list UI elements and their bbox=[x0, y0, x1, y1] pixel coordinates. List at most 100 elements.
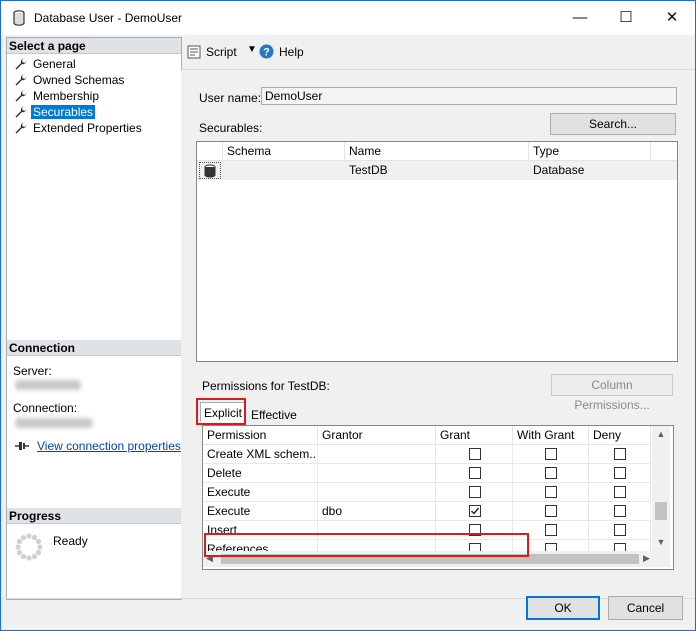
column-header-deny[interactable]: Deny bbox=[589, 426, 651, 444]
with-grant-checkbox[interactable] bbox=[545, 543, 557, 551]
vertical-scrollbar[interactable]: ▲ ▼ bbox=[652, 426, 670, 551]
sidebar-item-label: Membership bbox=[33, 89, 100, 103]
grant-checkbox[interactable] bbox=[468, 448, 481, 460]
column-header-type[interactable]: Type bbox=[529, 142, 651, 160]
toolbar: Script ▼ ? Help bbox=[181, 35, 695, 70]
grant-cell bbox=[436, 464, 513, 483]
column-header-grantor[interactable]: Grantor bbox=[318, 426, 436, 444]
minimize-button[interactable]: — bbox=[557, 1, 603, 35]
column-header-permission[interactable]: Permission bbox=[203, 426, 318, 444]
spinner-icon bbox=[15, 533, 43, 561]
spinner-dot bbox=[37, 544, 43, 550]
tab-effective[interactable]: Effective bbox=[248, 405, 300, 425]
spinner-dot bbox=[31, 553, 38, 560]
deny-checkbox[interactable] bbox=[614, 524, 626, 536]
table-row[interactable]: Execute dbo bbox=[203, 502, 651, 521]
spinner-dot bbox=[26, 533, 32, 539]
table-row[interactable]: Create XML schem... bbox=[203, 445, 651, 464]
execute-row-highlight bbox=[204, 533, 529, 557]
column-header-name[interactable]: Name bbox=[345, 142, 529, 160]
help-icon: ? bbox=[259, 44, 274, 59]
with-grant-checkbox[interactable] bbox=[545, 505, 557, 517]
table-row[interactable]: TestDB Database bbox=[197, 161, 677, 180]
script-icon bbox=[187, 45, 201, 59]
deny-cell bbox=[589, 521, 651, 540]
grantor-cell bbox=[318, 464, 436, 483]
connection-header: Connection bbox=[7, 340, 181, 356]
ok-button[interactable]: OK bbox=[526, 596, 600, 620]
spinner-dot bbox=[16, 549, 23, 556]
column-header-schema[interactable]: Schema bbox=[223, 142, 345, 160]
scroll-right-arrow[interactable]: ▶ bbox=[643, 553, 650, 564]
permission-cell: Delete bbox=[203, 464, 318, 483]
deny-checkbox[interactable] bbox=[614, 448, 626, 460]
with-grant-checkbox[interactable] bbox=[545, 524, 557, 536]
column-header-grant[interactable]: Grant bbox=[436, 426, 513, 444]
user-name-field[interactable] bbox=[261, 87, 677, 105]
deny-checkbox[interactable] bbox=[614, 467, 626, 479]
spinner-dot bbox=[26, 555, 32, 561]
scroll-down-arrow[interactable]: ▼ bbox=[654, 537, 668, 547]
main-panel: User name: Securables: Search... Schema … bbox=[181, 71, 695, 599]
row-icon-cell bbox=[199, 162, 221, 179]
progress-header: Progress bbox=[7, 508, 181, 524]
wrench-icon bbox=[15, 107, 26, 118]
left-pane: Select a page General Owned Schemas Member… bbox=[6, 37, 182, 600]
search-button[interactable]: Search... bbox=[550, 113, 676, 135]
view-connection-properties-link[interactable]: View connection properties bbox=[37, 439, 181, 453]
with-grant-cell bbox=[513, 464, 589, 483]
sidebar-item-securables[interactable]: Securables bbox=[11, 104, 144, 120]
schema-cell bbox=[223, 161, 345, 180]
script-button[interactable]: Script ▼ bbox=[187, 44, 261, 62]
table-row[interactable]: Execute bbox=[203, 483, 651, 502]
permission-cell: Execute bbox=[203, 502, 318, 521]
sidebar-item-general[interactable]: General bbox=[11, 56, 144, 72]
sidebar-item-label: General bbox=[33, 57, 76, 71]
securables-header: Schema Name Type bbox=[197, 142, 677, 161]
select-page-header: Select a page bbox=[7, 38, 181, 54]
chevron-down-icon[interactable]: ▼ bbox=[247, 44, 257, 55]
with-grant-checkbox[interactable] bbox=[545, 486, 557, 498]
sidebar-item-owned-schemas[interactable]: Owned Schemas bbox=[11, 72, 144, 88]
deny-checkbox[interactable] bbox=[614, 486, 626, 498]
deny-checkbox[interactable] bbox=[614, 543, 626, 551]
table-row[interactable]: Delete bbox=[203, 464, 651, 483]
server-label: Server: bbox=[13, 364, 52, 378]
deny-checkbox[interactable] bbox=[614, 505, 626, 517]
with-grant-checkbox[interactable] bbox=[545, 467, 557, 479]
scroll-up-arrow[interactable]: ▲ bbox=[654, 429, 668, 439]
grantor-cell bbox=[318, 445, 436, 464]
maximize-button[interactable]: ☐ bbox=[603, 1, 649, 35]
wrench-icon bbox=[15, 91, 26, 102]
window-title: Database User - DemoUser bbox=[34, 11, 183, 25]
permissions-header: Permission Grantor Grant With Grant Deny bbox=[203, 426, 651, 445]
checkmark-icon bbox=[470, 507, 479, 515]
database-icon bbox=[13, 10, 25, 26]
deny-cell bbox=[589, 445, 651, 464]
permission-cell: Create XML schem... bbox=[203, 445, 318, 464]
grant-cell bbox=[436, 445, 513, 464]
database-icon bbox=[204, 164, 216, 178]
permission-cell: Execute bbox=[203, 483, 318, 502]
wrench-icon bbox=[15, 123, 26, 134]
grant-checkbox[interactable] bbox=[468, 467, 481, 479]
sidebar-item-membership[interactable]: Membership bbox=[11, 88, 144, 104]
scroll-thumb[interactable] bbox=[655, 502, 667, 520]
grant-checkbox[interactable] bbox=[468, 505, 481, 517]
explicit-tab-highlight bbox=[196, 398, 246, 425]
icon-column-header bbox=[197, 142, 223, 160]
sidebar-item-extended-properties[interactable]: Extended Properties bbox=[11, 120, 144, 136]
securables-label: Securables: bbox=[199, 121, 263, 135]
close-button[interactable]: ✕ bbox=[649, 1, 695, 35]
wrench-icon bbox=[15, 59, 26, 70]
column-permissions-button[interactable]: Column Permissions... bbox=[551, 374, 673, 412]
connection-label: Connection: bbox=[13, 401, 78, 415]
grant-cell bbox=[436, 502, 513, 521]
grant-checkbox[interactable] bbox=[468, 486, 481, 498]
with-grant-checkbox[interactable] bbox=[545, 448, 557, 460]
spinner-dot bbox=[20, 534, 27, 541]
with-grant-cell bbox=[513, 502, 589, 521]
column-header-with-grant[interactable]: With Grant bbox=[513, 426, 589, 444]
server-value-redacted bbox=[15, 380, 81, 390]
cancel-button[interactable]: Cancel bbox=[608, 596, 683, 620]
